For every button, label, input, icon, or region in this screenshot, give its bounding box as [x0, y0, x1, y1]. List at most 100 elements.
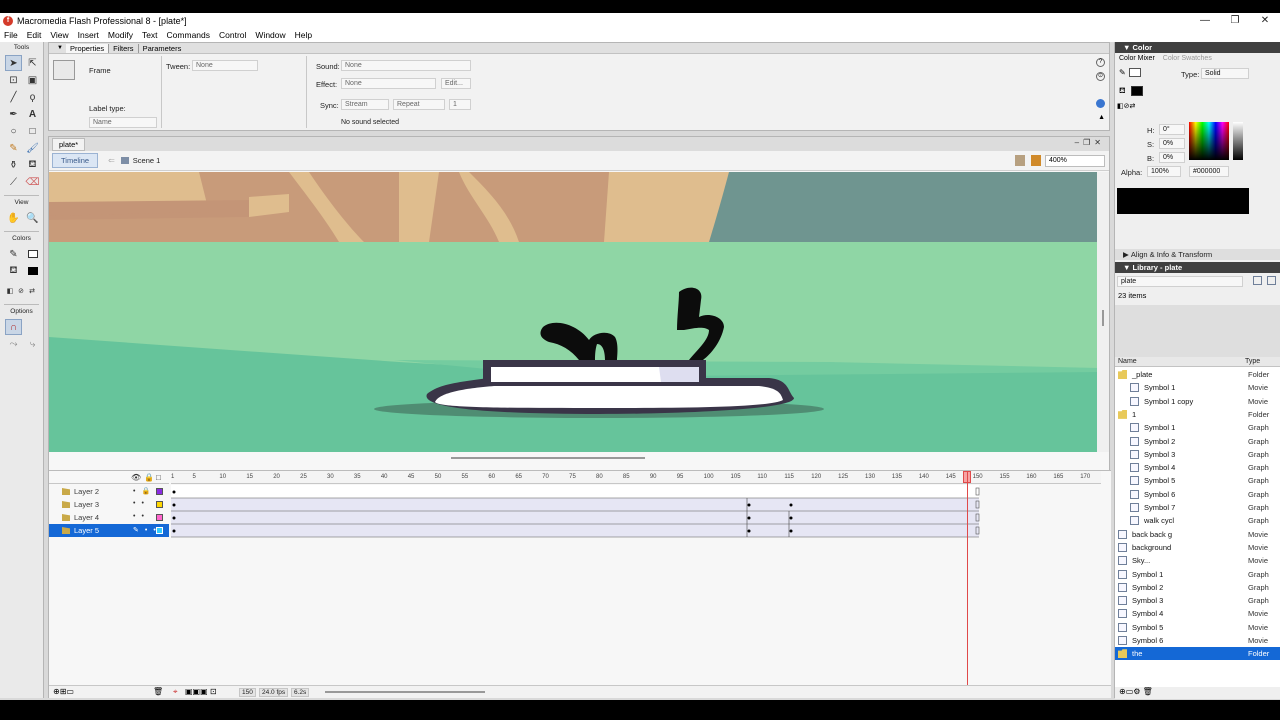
timeline-hscrollbar[interactable]: [325, 691, 485, 693]
library-item[interactable]: background Movie: [1115, 541, 1280, 554]
type-select[interactable]: Solid: [1201, 68, 1249, 79]
library-item[interactable]: back back g Movie: [1115, 528, 1280, 541]
frame-grid[interactable]: [171, 485, 1101, 545]
effect-select[interactable]: None: [341, 78, 436, 89]
tab-parameters[interactable]: Parameters: [139, 44, 186, 53]
zoom-select[interactable]: 400%: [1045, 155, 1105, 167]
library-item[interactable]: Symbol 1 copy Movie: [1115, 395, 1280, 408]
fill-color-swatch[interactable]: [24, 263, 41, 279]
stroke-pencil-icon[interactable]: ✎: [1119, 68, 1126, 77]
oval-icon[interactable]: ○: [5, 123, 22, 139]
black-white-icon[interactable]: ◧: [5, 283, 15, 299]
timeline-toggle-button[interactable]: Timeline: [52, 153, 99, 168]
library-item[interactable]: Symbol 6 Graph: [1115, 488, 1280, 501]
minimize-button[interactable]: —: [1190, 13, 1220, 28]
library-item[interactable]: 1 Folder: [1115, 408, 1280, 421]
straighten-icon[interactable]: ⤷: [24, 336, 41, 352]
fill-swatch[interactable]: [1131, 86, 1143, 96]
library-item[interactable]: Symbol 4 Graph: [1115, 461, 1280, 474]
library-item[interactable]: _plate Folder: [1115, 368, 1280, 381]
fill-bucket-icon[interactable]: ⛾: [1119, 86, 1126, 96]
b-field[interactable]: 0%: [1159, 152, 1185, 163]
layer-outline-color[interactable]: [156, 488, 163, 495]
layer-toggles[interactable]: ••: [133, 500, 150, 507]
hex-field[interactable]: #000000: [1189, 166, 1229, 177]
back-arrow-icon[interactable]: ⇐: [108, 156, 115, 165]
free-transform-icon[interactable]: ⊡: [5, 72, 22, 88]
add-layer-icon[interactable]: ⊕⊞▭: [53, 687, 74, 696]
library-item[interactable]: Symbol 2 Graph: [1115, 435, 1280, 448]
fill-transform-icon[interactable]: ▣: [24, 72, 41, 88]
alpha-field[interactable]: 100%: [1147, 166, 1181, 177]
eraser-icon[interactable]: ⌫: [24, 174, 41, 190]
library-item[interactable]: Symbol 3 Graph: [1115, 594, 1280, 607]
layer-toggles[interactable]: •🔒: [133, 487, 156, 495]
maximize-button[interactable]: ❐: [1220, 13, 1250, 28]
layer-row[interactable]: Layer 3 ••: [49, 498, 169, 511]
menu-help[interactable]: Help: [295, 30, 312, 40]
smooth-icon[interactable]: ⤳: [5, 336, 22, 352]
menu-file[interactable]: File: [4, 30, 18, 40]
repeat-select[interactable]: Repeat: [393, 99, 445, 110]
text-icon[interactable]: A: [24, 106, 41, 122]
library-panel-header[interactable]: ▼ Library - plate: [1115, 262, 1280, 273]
delete-layer-icon[interactable]: 🗑: [153, 687, 163, 696]
library-item[interactable]: Symbol 3 Graph: [1115, 448, 1280, 461]
brightness-slider[interactable]: [1233, 122, 1243, 160]
scene-breadcrumb[interactable]: Scene 1: [120, 156, 160, 165]
lasso-icon[interactable]: ϙ: [24, 89, 41, 105]
align-panel-header[interactable]: ▶ Align & Info & Transform: [1115, 249, 1280, 260]
library-item[interactable]: walk cycl Graph: [1115, 514, 1280, 527]
frame-ruler[interactable]: 1 5 10 15 20 25 30 35 40 45 50 55 60 65 70 75 80 85 90 95 10…: [171, 471, 1101, 484]
layer-outline-color[interactable]: [156, 501, 163, 508]
tab-color-swatches[interactable]: Color Swatches: [1159, 55, 1216, 62]
color-panel-header[interactable]: ▼ Color: [1115, 42, 1280, 53]
edit-symbol-icon[interactable]: [1031, 155, 1041, 166]
stroke-swatch[interactable]: [1129, 68, 1141, 77]
stage-horizontal-scrollbar[interactable]: [49, 452, 1099, 464]
help-icon[interactable]: ?: [1096, 58, 1105, 67]
layer-outline-color[interactable]: [156, 527, 163, 534]
menu-view[interactable]: View: [50, 30, 68, 40]
layer-row[interactable]: Layer 4 ••: [49, 511, 169, 524]
hand-icon[interactable]: ✋: [5, 210, 22, 226]
tab-properties[interactable]: Properties: [65, 43, 110, 53]
layer-row[interactable]: Layer 2 •🔒: [49, 485, 169, 498]
accessibility-icon[interactable]: ⊙: [1096, 72, 1105, 81]
library-item[interactable]: Symbol 1 Graph: [1115, 421, 1280, 434]
line-icon[interactable]: ╱: [5, 89, 22, 105]
layer-toggles[interactable]: ••: [133, 513, 150, 520]
library-item[interactable]: Symbol 4 Movie: [1115, 607, 1280, 620]
sound-select[interactable]: None: [341, 60, 471, 71]
accessibility-blue-icon[interactable]: [1096, 99, 1105, 108]
stage-canvas[interactable]: [49, 172, 1099, 452]
expand-arrow-icon[interactable]: ▲: [1098, 114, 1105, 121]
tab-filters[interactable]: Filters: [109, 43, 139, 53]
library-item[interactable]: Symbol 5 Movie: [1115, 621, 1280, 634]
sync-select[interactable]: Stream: [341, 99, 389, 110]
menu-text[interactable]: Text: [142, 30, 158, 40]
rectangle-icon[interactable]: □: [24, 123, 41, 139]
library-bottom-icons[interactable]: ⊕▭⚙ 🗑: [1115, 687, 1280, 699]
ink-bottle-icon[interactable]: ⚱: [5, 157, 22, 173]
eye-icon[interactable]: 👁: [131, 473, 141, 482]
repeat-count-field[interactable]: 1: [449, 99, 471, 110]
library-item[interactable]: Symbol 5 Graph: [1115, 474, 1280, 487]
frame-rate-field[interactable]: 24.0 fps: [259, 688, 289, 697]
color-spectrum[interactable]: [1189, 122, 1229, 160]
layer-row-selected[interactable]: Layer 5 ✎••: [49, 524, 169, 537]
color-options-icons[interactable]: ◧⊘⇄: [1117, 102, 1135, 110]
zoom-icon[interactable]: 🔍: [24, 210, 41, 226]
menu-insert[interactable]: Insert: [78, 30, 99, 40]
menu-commands[interactable]: Commands: [167, 30, 210, 40]
s-field[interactable]: 0%: [1159, 138, 1185, 149]
fill-color-icon[interactable]: ⛾: [5, 263, 22, 279]
library-item[interactable]: Symbol 7 Graph: [1115, 501, 1280, 514]
tween-select[interactable]: None: [192, 60, 258, 71]
layer-outline-color[interactable]: [156, 514, 163, 521]
stroke-color-swatch[interactable]: [24, 246, 41, 262]
stage-vertical-scrollbar[interactable]: [1097, 172, 1109, 452]
library-item[interactable]: Symbol 2 Graph: [1115, 581, 1280, 594]
subselect-icon[interactable]: ⇱: [24, 55, 41, 71]
pencil-icon[interactable]: ✎: [5, 140, 22, 156]
